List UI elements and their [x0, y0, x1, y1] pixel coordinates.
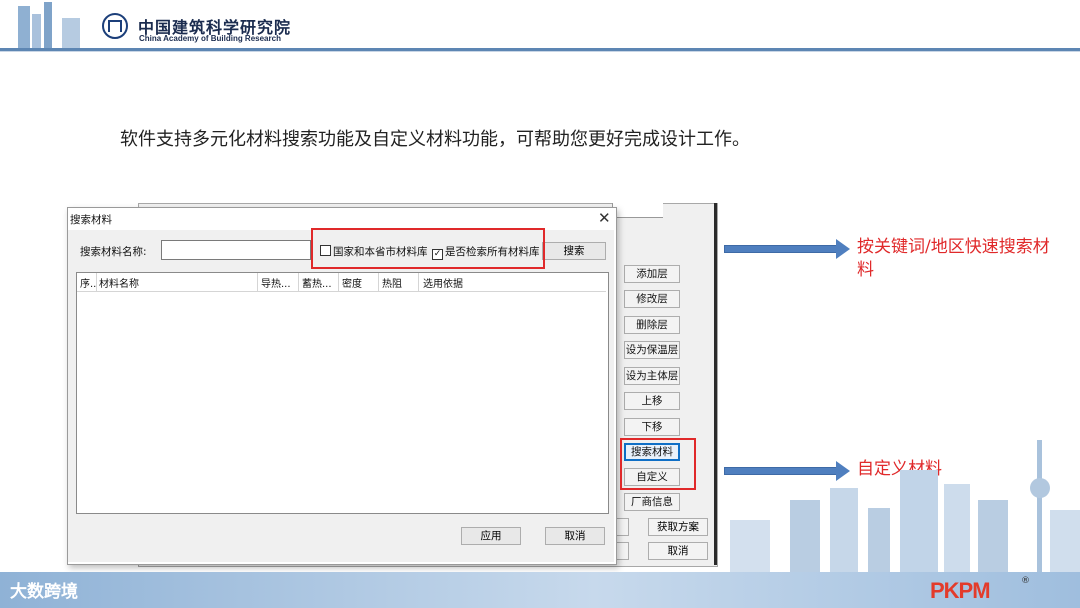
column-divider [378, 273, 379, 291]
building-graphic [44, 2, 52, 48]
skyline-building [978, 500, 1008, 572]
arrow-head-icon [836, 239, 850, 259]
column-header-name[interactable]: 材料名称 [99, 275, 139, 290]
arrow-head-icon [836, 461, 850, 481]
header-divider-light [0, 51, 1080, 52]
org-name-en: China Academy of Building Research [139, 34, 281, 43]
column-header-conductivity[interactable]: 导热... [261, 275, 291, 290]
window-edge [714, 203, 717, 565]
get-plan-button[interactable]: 获取方案 [648, 518, 708, 536]
panel-cancel-button[interactable]: 取消 [648, 542, 708, 560]
intro-text: 软件支持多元化材料搜索功能及自定义材料功能，可帮助您更好完成设计工作。 [120, 129, 750, 150]
close-icon[interactable]: ✕ [598, 209, 611, 227]
column-header-index[interactable]: 序.. [80, 275, 96, 290]
org-logo-mark [108, 20, 122, 32]
arrow-right-icon [724, 245, 838, 253]
column-header-heat-storage[interactable]: 蓄热... [302, 275, 332, 290]
column-header-basis[interactable]: 选用依据 [423, 275, 463, 290]
building-graphic [32, 14, 41, 48]
modify-layer-button[interactable]: 修改层 [624, 290, 680, 308]
column-divider [418, 273, 419, 291]
manufacturer-info-button[interactable]: 厂商信息 [624, 493, 680, 511]
tower-sphere [1030, 478, 1050, 498]
partial-button [616, 518, 629, 536]
partial-button [616, 542, 629, 560]
move-up-button[interactable]: 上移 [624, 392, 680, 410]
tower-spire [1037, 440, 1042, 572]
apply-button[interactable]: 应用 [461, 527, 521, 545]
column-divider [96, 273, 97, 291]
set-main-layer-button[interactable]: 设为主体层 [624, 367, 680, 385]
skyline-building [1050, 510, 1080, 572]
search-button[interactable]: 搜索 [542, 242, 606, 260]
pkpm-logo: PKPM [930, 578, 991, 603]
set-insulation-layer-button[interactable]: 设为保温层 [624, 341, 680, 359]
window-top-field [612, 203, 663, 218]
skyline-building [868, 508, 890, 572]
column-header-density[interactable]: 密度 [342, 275, 362, 290]
column-divider [257, 273, 258, 291]
column-header-resistance[interactable]: 热阻 [382, 275, 402, 290]
skyline-building [830, 488, 858, 572]
delete-layer-button[interactable]: 删除层 [624, 316, 680, 334]
building-graphic [18, 6, 30, 48]
move-down-button[interactable]: 下移 [624, 418, 680, 436]
search-name-label: 搜索材料名称: [80, 246, 147, 258]
brand-left-logo: 大数跨境 [10, 582, 78, 602]
highlight-search-custom [620, 438, 696, 490]
results-table[interactable] [76, 272, 609, 514]
arrow-right-icon [724, 467, 838, 475]
registered-mark: ® [1021, 576, 1030, 586]
add-layer-button[interactable]: 添加层 [624, 265, 680, 283]
skyline-building [944, 484, 970, 572]
skyline-building [900, 470, 938, 572]
footer-band [0, 572, 1080, 608]
column-divider [338, 273, 339, 291]
skyline-building [730, 520, 770, 572]
skyline-building [790, 500, 820, 572]
search-input[interactable] [161, 240, 311, 260]
search-note: 按关键词/地区快速搜索材料 [857, 237, 1050, 280]
cancel-button[interactable]: 取消 [545, 527, 605, 545]
building-graphic [62, 18, 80, 48]
dialog-title: 搜索材料 [70, 214, 112, 226]
column-divider [298, 273, 299, 291]
highlight-checkboxes [311, 228, 545, 269]
